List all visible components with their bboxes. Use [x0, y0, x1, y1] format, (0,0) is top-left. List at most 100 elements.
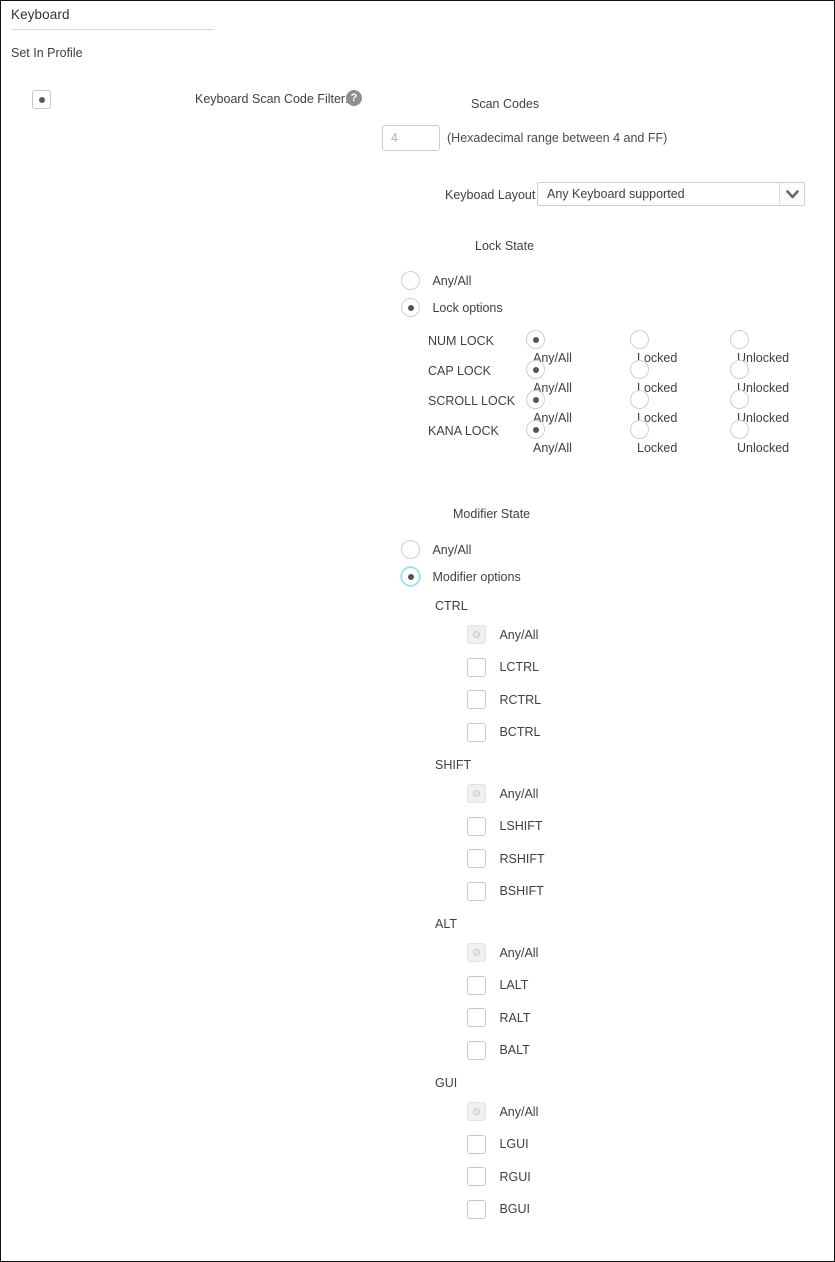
hex-range-hint: (Hexadecimal range between 4 and FF): [447, 131, 668, 145]
modifier-checkbox-lalt[interactable]: [467, 975, 486, 995]
modifier-item-label: Any/All: [499, 1104, 539, 1119]
modifier-checkbox-lgui[interactable]: [467, 1134, 486, 1154]
modifier-item[interactable]: RALT: [435, 1008, 545, 1041]
modifier-item[interactable]: Any/All: [435, 1102, 545, 1135]
modifier-group-title: CTRL: [435, 599, 468, 613]
lock-row-name: NUM LOCK: [428, 334, 494, 348]
modifier-group-gui: GUI Any/All LGUI RGUI BGUI: [435, 1076, 545, 1232]
lock-row-name: SCROLL LOCK: [428, 394, 516, 408]
modifier-item[interactable]: BGUI: [435, 1199, 545, 1233]
keyboard-layout-value: Any Keyboard supported: [547, 187, 685, 201]
lock-state-any-all-label: Any/All: [432, 273, 472, 288]
modifier-checkbox-bgui[interactable]: [467, 1199, 486, 1219]
lock-radio-locked[interactable]: [630, 390, 649, 409]
lock-row-name: CAP LOCK: [428, 364, 491, 378]
modifier-group-title: SHIFT: [435, 758, 472, 772]
lock-state-lock-options-radio[interactable]: [401, 298, 420, 317]
modifier-checkbox-bctrl[interactable]: [467, 722, 486, 742]
modifier-item-label: BGUI: [499, 1202, 531, 1216]
modifier-item-label: LCTRL: [499, 660, 540, 674]
set-in-profile-checkbox[interactable]: [32, 90, 51, 109]
lock-radio-locked[interactable]: [630, 420, 649, 439]
lock-radio-any-all[interactable]: [526, 420, 545, 439]
modifier-group-title: ALT: [435, 917, 457, 931]
modifier-item-label: LGUI: [499, 1137, 529, 1151]
lock-radio-any-all[interactable]: [526, 330, 545, 349]
modifier-state-any-all-option[interactable]: Any/All: [401, 540, 471, 559]
help-icon[interactable]: ?: [346, 90, 362, 106]
lock-row-option-locked[interactable]: Locked: [630, 420, 677, 457]
modifier-checkbox-rgui[interactable]: [467, 1167, 486, 1186]
lock-radio-unlocked[interactable]: [730, 420, 749, 439]
modifier-checkbox-lshift[interactable]: [467, 816, 486, 836]
lock-state-heading: Lock State: [475, 239, 535, 253]
lock-radio-locked[interactable]: [630, 360, 649, 379]
scan-codes-heading: Scan Codes: [471, 97, 540, 111]
lock-row-option-unlocked[interactable]: Unlocked: [730, 420, 789, 457]
modifier-item[interactable]: BCTRL: [435, 722, 545, 756]
modifier-group-shift: SHIFT Any/All LSHIFT RSHIFT BSHIFT: [435, 758, 545, 914]
lock-row-option-any-all[interactable]: Any/All: [526, 420, 572, 457]
modifier-item[interactable]: RSHIFT: [435, 849, 545, 882]
modifier-item[interactable]: LCTRL: [435, 657, 545, 691]
modifier-item[interactable]: BALT: [435, 1040, 545, 1074]
lock-radio-any-all[interactable]: [526, 360, 545, 379]
modifier-item[interactable]: LGUI: [435, 1134, 545, 1168]
scan-code-input[interactable]: [382, 125, 440, 151]
modifier-state-options-radio[interactable]: [401, 567, 420, 586]
lock-radio-unlocked[interactable]: [730, 390, 749, 409]
modifier-item-label: LSHIFT: [499, 819, 543, 833]
lock-radio-locked[interactable]: [630, 330, 649, 349]
lock-radio-unlocked[interactable]: [730, 330, 749, 349]
title-divider: [11, 29, 214, 30]
modifier-checkbox-any-all[interactable]: [467, 1102, 486, 1121]
keyboard-scan-code-filter-label: Keyboard Scan Code Filter:: [195, 92, 349, 106]
modifier-item[interactable]: Any/All: [435, 943, 545, 976]
page-title: Keyboard: [11, 7, 70, 22]
modifier-checkbox-rctrl[interactable]: [467, 690, 486, 709]
modifier-item[interactable]: BSHIFT: [435, 881, 545, 915]
modifier-checkbox-rshift[interactable]: [467, 849, 486, 868]
modifier-state-options-label: Modifier options: [432, 569, 521, 584]
modifier-checkbox-any-all[interactable]: [467, 943, 486, 962]
modifier-item[interactable]: RGUI: [435, 1167, 545, 1200]
modifier-group-ctrl: CTRL Any/All LCTRL RCTRL BCTRL: [435, 599, 545, 755]
modifier-checkbox-lctrl[interactable]: [467, 657, 486, 677]
modifier-item-label: RCTRL: [499, 692, 542, 707]
modifier-state-options-option[interactable]: Modifier options: [401, 567, 521, 586]
modifier-groups: CTRL Any/All LCTRL RCTRL BCTRL SHIFT Any…: [435, 599, 545, 1232]
lock-state-any-all-radio[interactable]: [401, 271, 420, 290]
lock-radio-unlocked[interactable]: [730, 360, 749, 379]
modifier-checkbox-balt[interactable]: [467, 1040, 486, 1060]
modifier-state-any-all-label: Any/All: [432, 542, 472, 557]
lock-radio-any-all[interactable]: [526, 390, 545, 409]
modifier-item-label: BSHIFT: [499, 884, 544, 898]
lock-state-any-all-option[interactable]: Any/All: [401, 271, 471, 290]
modifier-item-label: BCTRL: [499, 725, 541, 739]
modifier-item-label: Any/All: [499, 627, 539, 642]
modifier-item[interactable]: Any/All: [435, 625, 545, 658]
modifier-group-alt: ALT Any/All LALT RALT BALT: [435, 917, 545, 1073]
lock-state-lock-options-label: Lock options: [432, 300, 503, 315]
modifier-item-label: RALT: [499, 1010, 531, 1025]
chevron-down-icon[interactable]: [779, 183, 804, 205]
modifier-item-label: Any/All: [499, 786, 539, 801]
modifier-state-any-all-radio[interactable]: [401, 540, 420, 559]
modifier-checkbox-bshift[interactable]: [467, 881, 486, 901]
keyboard-layout-label: Keyboad Layout: [445, 188, 536, 202]
modifier-group-title: GUI: [435, 1076, 458, 1090]
modifier-item[interactable]: RCTRL: [435, 690, 545, 723]
lock-state-lock-options-option[interactable]: Lock options: [401, 298, 503, 317]
modifier-item[interactable]: LALT: [435, 975, 545, 1009]
modifier-item[interactable]: LSHIFT: [435, 816, 545, 850]
modifier-checkbox-ralt[interactable]: [467, 1008, 486, 1027]
keyboard-layout-select[interactable]: Any Keyboard supported: [537, 182, 805, 206]
set-in-profile-label: Set In Profile: [11, 46, 83, 60]
modifier-item-label: LALT: [499, 978, 529, 992]
modifier-state-heading: Modifier State: [453, 507, 531, 521]
modifier-item-label: RSHIFT: [499, 851, 545, 866]
modifier-item[interactable]: Any/All: [435, 784, 545, 817]
modifier-checkbox-any-all[interactable]: [467, 784, 486, 803]
lock-option-label: Unlocked: [737, 440, 790, 455]
modifier-checkbox-any-all[interactable]: [467, 625, 486, 644]
